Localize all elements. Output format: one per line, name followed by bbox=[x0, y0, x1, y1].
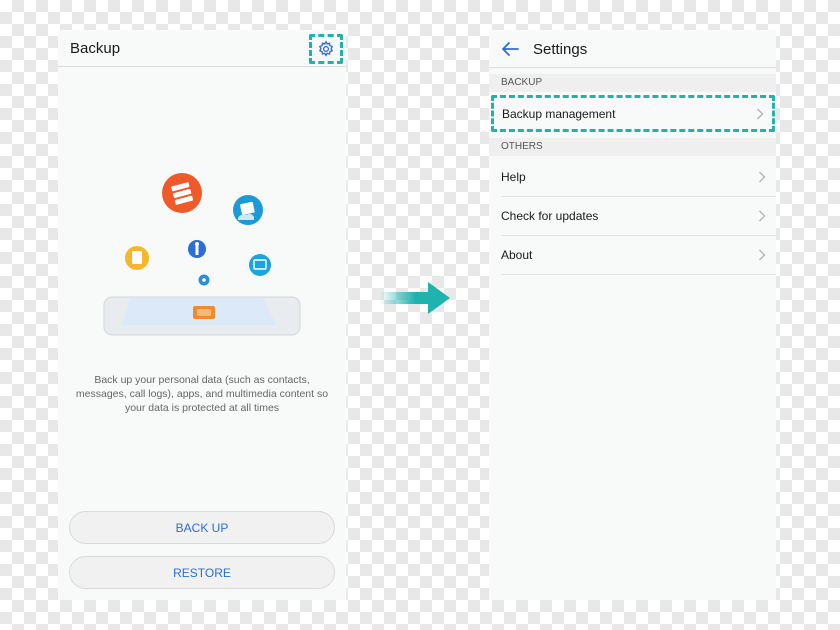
cloud-icon bbox=[233, 195, 263, 225]
help-item[interactable]: Help bbox=[501, 158, 776, 197]
usb-icon bbox=[188, 240, 206, 258]
tablet-image bbox=[103, 296, 301, 336]
about-item[interactable]: About bbox=[501, 236, 776, 275]
settings-header: Settings bbox=[489, 30, 776, 68]
settings-title: Settings bbox=[533, 41, 588, 58]
chevron-right-icon bbox=[759, 210, 766, 222]
back-arrow-icon[interactable] bbox=[501, 41, 519, 57]
sd-card-icon bbox=[125, 246, 149, 270]
chevron-right-icon bbox=[759, 171, 766, 183]
backup-header: Backup bbox=[58, 30, 346, 67]
about-label: About bbox=[501, 248, 533, 262]
next-step-arrow-icon bbox=[380, 282, 450, 314]
location-icon bbox=[198, 274, 210, 286]
section-header-backup: BACKUP bbox=[489, 74, 776, 92]
backup-description: Back up your personal data (such as cont… bbox=[75, 374, 329, 414]
help-label: Help bbox=[501, 170, 526, 184]
chevron-right-icon bbox=[759, 249, 766, 261]
settings-screen: Settings BACKUP Backup management OTHERS… bbox=[489, 30, 776, 600]
check-for-updates-label: Check for updates bbox=[501, 209, 599, 223]
section-header-others: OTHERS bbox=[489, 138, 776, 156]
backup-title: Backup bbox=[70, 40, 121, 57]
backup-illustration bbox=[103, 173, 301, 336]
restore-button[interactable]: RESTORE bbox=[69, 556, 335, 589]
backup-management-label: Backup management bbox=[502, 106, 616, 121]
check-for-updates-item[interactable]: Check for updates bbox=[501, 197, 776, 236]
backup-screen: Backup Back up your personal data (such … bbox=[58, 30, 346, 600]
backup-management-item[interactable]: Backup management bbox=[491, 95, 775, 132]
screen-icon bbox=[249, 254, 271, 276]
settings-gear-icon bbox=[318, 40, 334, 57]
chevron-right-icon bbox=[757, 108, 764, 120]
back-up-button[interactable]: BACK UP bbox=[69, 511, 335, 544]
settings-button[interactable] bbox=[309, 34, 343, 64]
files-icon bbox=[162, 173, 202, 213]
